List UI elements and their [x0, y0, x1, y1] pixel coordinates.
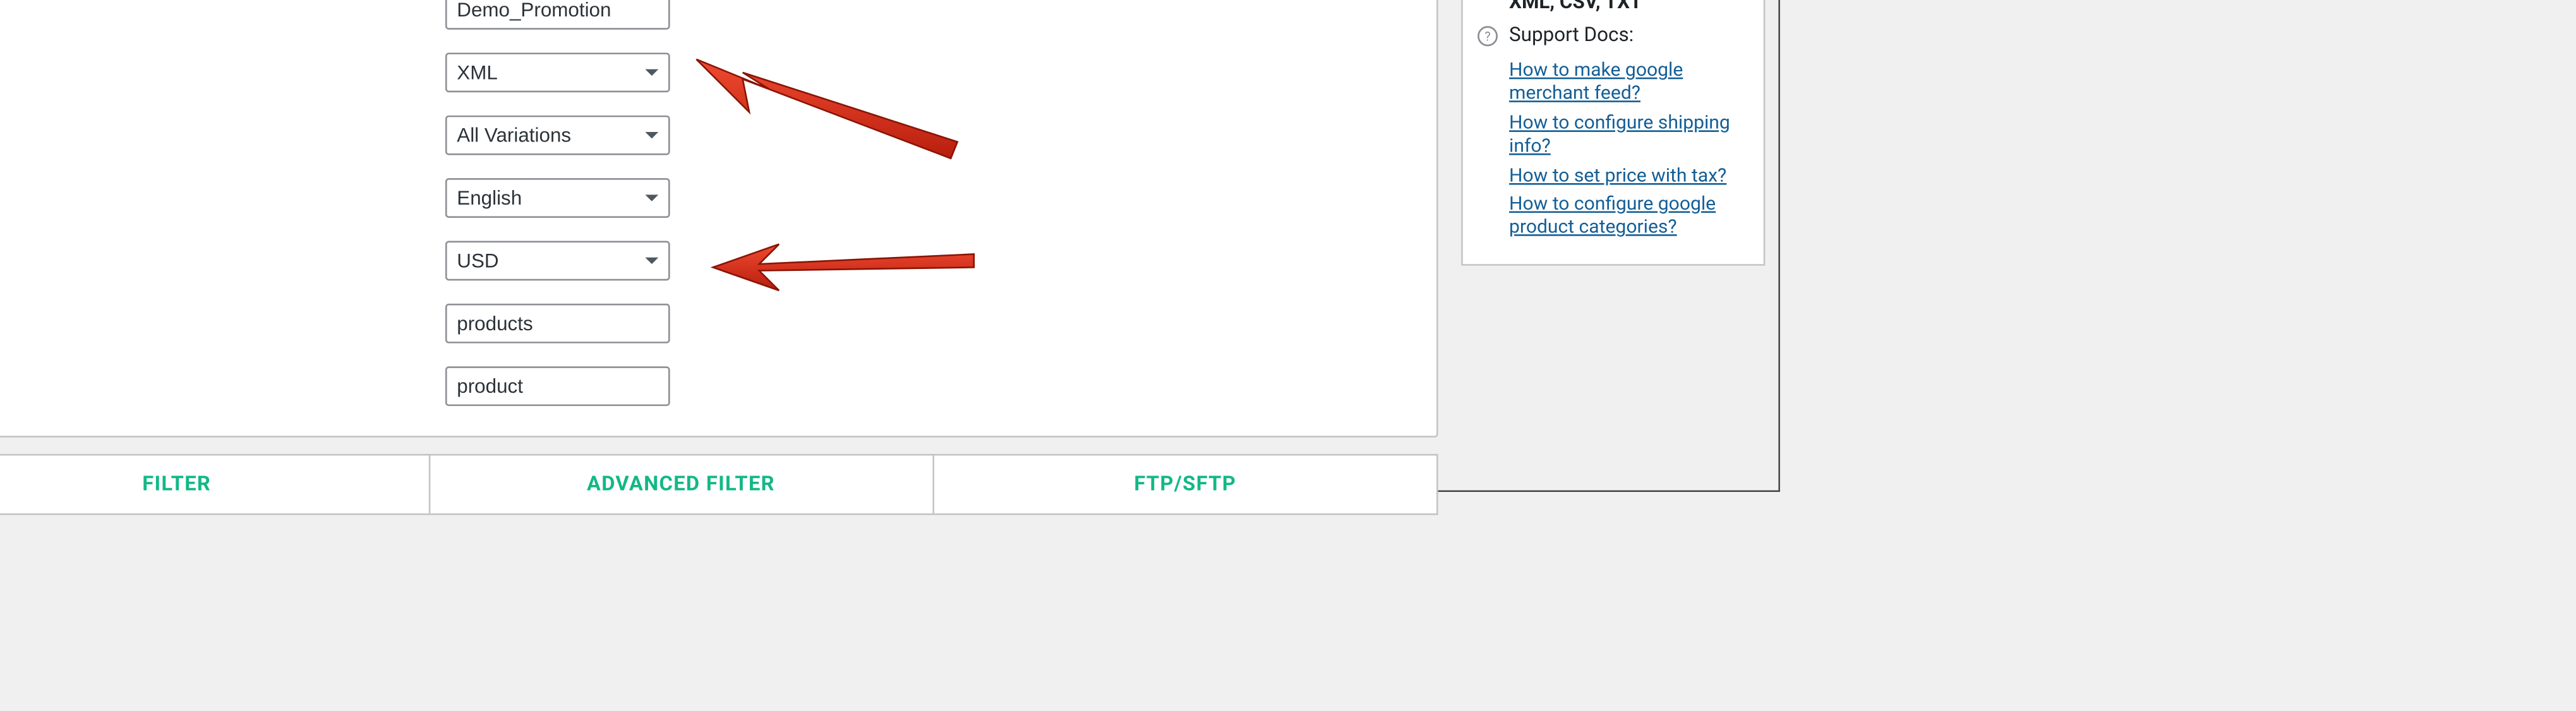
row-variations: Include Variations?* — [0, 116, 1420, 155]
currency-select[interactable] — [445, 241, 670, 281]
language-select-value[interactable] — [445, 178, 670, 218]
feed-tabs: FEED CONFIG FILTER ADVANCED FILTER FTP/S… — [0, 454, 1438, 515]
items-wrapper-input[interactable] — [445, 304, 670, 344]
currency-select-value[interactable] — [445, 241, 670, 281]
main-content: Content Settings Clear Cache Country* Te… — [0, 0, 1778, 490]
row-file-name: File Name* — [0, 0, 1420, 30]
row-currency: Currency* — [0, 241, 1420, 281]
annotation-arrow-red — [709, 228, 1007, 294]
support-link[interactable]: How to configure shipping info? — [1509, 110, 1750, 157]
content-settings-panel: Content Settings Clear Cache Country* Te… — [0, 0, 1438, 438]
form-body: Country* Template* — [0, 0, 1436, 436]
support-link[interactable]: How to set price with tax? — [1509, 162, 1750, 186]
row-file-type: File Type* — [0, 52, 1420, 92]
variations-select[interactable] — [445, 116, 670, 155]
row-items-wrapper: Items Wrapper* — [0, 304, 1420, 344]
row-item-wrapper: Single Item Wrapper* — [0, 366, 1420, 406]
file-name-input[interactable] — [445, 0, 670, 30]
row-language: Language* — [0, 178, 1420, 218]
svg-text:?: ? — [1484, 29, 1491, 44]
feed-merchant-info-panel: Feed Merchant Info Feed Specification: R… — [1461, 0, 1765, 265]
tab-advanced-filter[interactable]: ADVANCED FILTER — [430, 454, 934, 515]
tab-ftp-sftp[interactable]: FTP/SFTP — [934, 454, 1438, 515]
help-icon: ? — [1476, 25, 1500, 48]
item-wrapper-input[interactable] — [445, 366, 670, 406]
file-type-select[interactable] — [445, 52, 670, 92]
support-link[interactable]: How to configure google product categori… — [1509, 191, 1750, 239]
file-types-value: XML, CSV, TXT — [1476, 0, 1750, 13]
support-label: Support Docs: — [1509, 23, 1634, 46]
tab-filter[interactable]: FILTER — [0, 454, 430, 515]
file-type-select-value[interactable] — [445, 52, 670, 92]
language-select[interactable] — [445, 178, 670, 218]
support-link[interactable]: How to make google merchant feed? — [1509, 57, 1750, 105]
variations-select-value[interactable] — [445, 116, 670, 155]
